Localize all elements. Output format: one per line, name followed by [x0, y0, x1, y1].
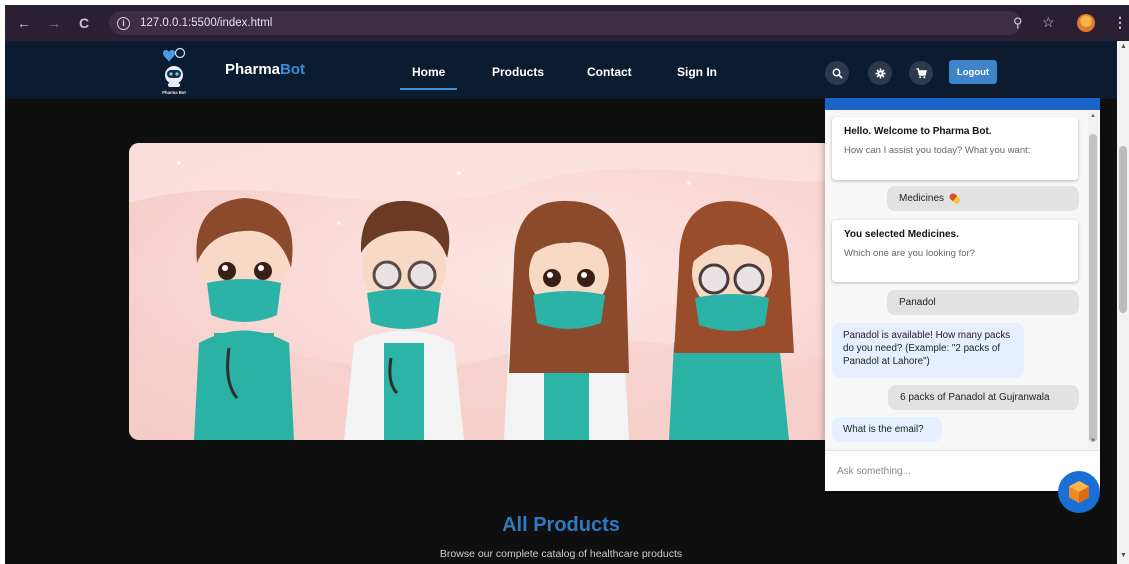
- page-scroll-thumb[interactable]: [1119, 146, 1127, 313]
- bot-message-title: You selected Medicines.: [844, 229, 959, 240]
- logo-text: Pharma Bot: [162, 90, 186, 95]
- url-text[interactable]: 127.0.0.1:5500/index.html: [140, 17, 272, 29]
- browser-toolbar: ← → C i 127.0.0.1:5500/index.html ⚲ ☆ ⋮: [5, 5, 1129, 41]
- bot-message-text: Which one are you looking for?: [844, 248, 975, 259]
- bot-message: You selected Medicines. Which one are yo…: [832, 220, 1078, 282]
- address-bar[interactable]: i 127.0.0.1:5500/index.html: [109, 11, 1021, 35]
- page-scrollbar[interactable]: ▲ ▼: [1117, 41, 1129, 564]
- chat-toggle-button[interactable]: [1058, 471, 1100, 513]
- brand-name[interactable]: PharmaBot: [225, 61, 305, 78]
- user-message-text: Panadol: [899, 297, 936, 308]
- bot-message-text: How can I assist you today? What you wan…: [844, 145, 1031, 156]
- nav-products[interactable]: Products: [492, 65, 544, 79]
- forward-icon[interactable]: →: [43, 15, 65, 31]
- profile-avatar[interactable]: [1077, 14, 1095, 32]
- hero-banner: [129, 143, 889, 440]
- user-message-text: 6 packs of Panadol at Gujranwala: [900, 392, 1050, 403]
- nav-home[interactable]: Home: [412, 65, 445, 79]
- user-message: 6 packs of Panadol at Gujranwala: [888, 385, 1079, 410]
- products-subtitle: Browse our complete catalog of healthcar…: [439, 548, 683, 560]
- bot-message: Hello. Welcome to Pharma Bot. How can I …: [832, 117, 1078, 180]
- browser-window: ← → C i 127.0.0.1:5500/index.html ⚲ ☆ ⋮ …: [0, 0, 1129, 564]
- brand-primary: Pharma: [225, 61, 281, 78]
- settings-icon[interactable]: [868, 61, 892, 85]
- chat-scroll-up-icon[interactable]: ▲: [1090, 113, 1096, 119]
- chat-widget: Hello. Welcome to Pharma Bot. How can I …: [825, 98, 1100, 491]
- back-icon[interactable]: ←: [13, 15, 35, 31]
- products-title: All Products: [502, 514, 620, 536]
- info-icon[interactable]: i: [117, 16, 130, 30]
- character-4: [669, 201, 794, 440]
- chat-scroll-down-icon[interactable]: ▼: [1090, 438, 1096, 444]
- active-nav-indicator: [400, 88, 457, 90]
- chat-header: [825, 98, 1100, 110]
- hero-illustration: [129, 143, 889, 440]
- pharmabot-logo[interactable]: Pharma Bot: [157, 47, 191, 95]
- cart-icon[interactable]: [909, 61, 933, 85]
- pill-icon: [948, 191, 962, 206]
- nav-sign-in[interactable]: Sign In: [677, 65, 717, 79]
- character-3: [504, 200, 629, 440]
- chat-scrollbar[interactable]: ▲ ▼: [1088, 112, 1098, 448]
- chat-scroll-thumb[interactable]: [1089, 134, 1097, 442]
- user-message: Panadol: [887, 290, 1079, 315]
- bot-message-title: Hello. Welcome to Pharma Bot.: [844, 126, 992, 137]
- scroll-up-arrow-icon[interactable]: ▲: [1120, 43, 1127, 50]
- bookmark-star-icon[interactable]: ☆: [1042, 14, 1055, 31]
- chat-messages[interactable]: Hello. Welcome to Pharma Bot. How can I …: [825, 110, 1100, 450]
- user-message: Medicines: [887, 186, 1079, 211]
- scroll-down-arrow-icon[interactable]: ▼: [1120, 552, 1127, 559]
- bot-message: What is the email?: [832, 417, 942, 442]
- user-message-text: Medicines: [899, 193, 945, 204]
- menu-icon[interactable]: ⋮: [1113, 14, 1127, 31]
- brand-accent: Bot: [280, 61, 306, 78]
- site-header: Pharma Bot PharmaBot Home Products Conta…: [5, 41, 1117, 99]
- search-icon[interactable]: [825, 61, 849, 85]
- bot-message: Panadol is available! How many packs do …: [832, 323, 1024, 378]
- nav-contact[interactable]: Contact: [587, 65, 632, 79]
- logout-button[interactable]: Logout: [949, 60, 997, 84]
- character-2: [344, 200, 464, 440]
- zoom-icon[interactable]: ⚲: [1013, 15, 1023, 31]
- reload-icon[interactable]: C: [73, 15, 95, 31]
- cube-icon: [1069, 481, 1089, 503]
- character-1: [194, 198, 294, 440]
